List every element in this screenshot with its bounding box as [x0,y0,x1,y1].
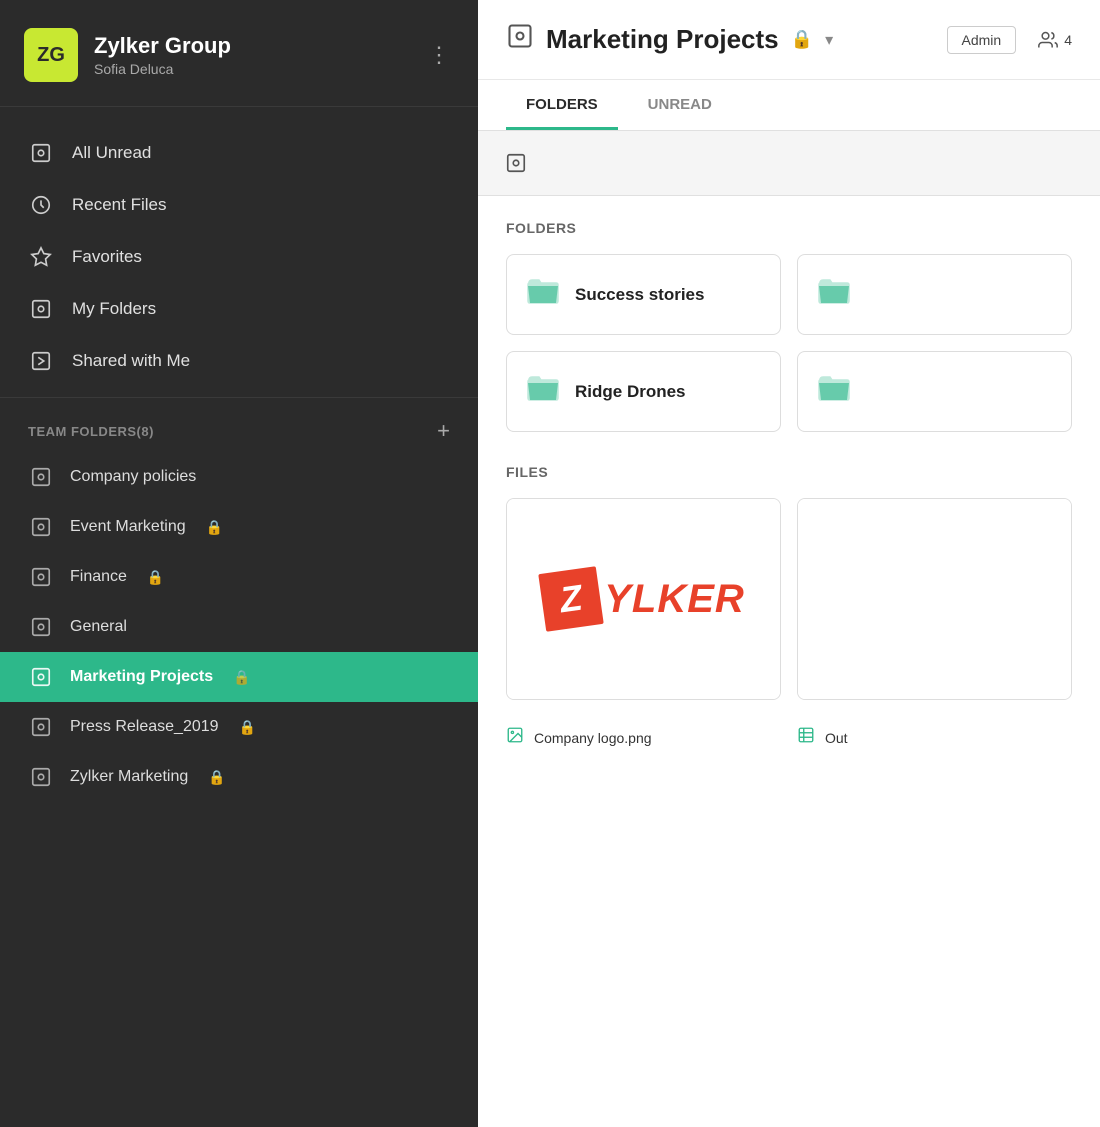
tab-unread[interactable]: UNREAD [628,80,732,130]
files-info-row: Company logo.png Out [506,720,1072,755]
team-folder-label: General [70,618,127,636]
team-folder-label: Press Release_2019 [70,718,219,736]
folder-card-icon [818,277,850,312]
file-card-company-logo[interactable]: Z YLKER [506,498,781,700]
sidebar-item-label: Shared with Me [72,351,190,371]
content-area: FOLDERS Success stories [478,196,1100,1127]
files-section-label: FILES [506,464,1072,480]
folder-card-ridge-drones[interactable]: Ridge Drones [506,351,781,432]
members-count: 4 [1064,32,1072,48]
sidebar-item-marketing-projects[interactable]: Marketing Projects 🔒 [0,652,478,702]
sidebar-item-finance[interactable]: Finance 🔒 [0,552,478,602]
team-folder-icon [28,764,54,790]
sidebar-item-favorites[interactable]: Favorites [0,231,478,283]
lock-icon: 🔒 [233,669,250,686]
folder-card-name: Success stories [575,285,704,305]
folder-card-icon [527,374,559,409]
folder-card-success-stories[interactable]: Success stories [506,254,781,335]
folder-card-name: Ridge Drones [575,382,686,402]
file-info-output[interactable]: Out [797,720,1072,755]
lock-icon: 🔒 [239,719,256,736]
sidebar-item-company-policies[interactable]: Company policies [0,452,478,502]
team-folder-icon [28,714,54,740]
workspace-avatar: ZG [24,28,78,82]
main-folder-icon [506,22,534,57]
file-preview-company-logo: Z YLKER [507,499,780,699]
folder-card-right-2[interactable] [797,351,1072,432]
team-folder-icon [28,514,54,540]
members-icon [1038,30,1058,50]
sidebar-item-label: All Unread [72,143,151,163]
z-box: Z [538,566,604,632]
folder-card-icon [527,277,559,312]
team-folder-label: Marketing Projects [70,668,213,686]
file-card-output[interactable] [797,498,1072,700]
inbox-icon [28,140,54,166]
sidebar-item-label: My Folders [72,299,156,319]
sidebar-item-shared-with-me[interactable]: Shared with Me [0,335,478,387]
spreadsheet-file-icon [797,726,815,749]
sidebar-item-all-unread[interactable]: All Unread [0,127,478,179]
sidebar: ZG Zylker Group Sofia Deluca ⋮ All Unrea… [0,0,478,1127]
sidebar-item-zylker-marketing[interactable]: Zylker Marketing 🔒 [0,752,478,802]
lock-icon: 🔒 [206,519,223,536]
sidebar-item-general[interactable]: General [0,602,478,652]
toolbar-bar [478,131,1100,196]
my-folders-icon [28,296,54,322]
file-preview-output [798,499,1071,699]
main-content: Marketing Projects 🔒 ▾ Admin 4 FOLDERS U… [478,0,1100,1127]
team-folders-label: TEAM FOLDERS(8) [28,424,154,439]
folders-grid: Success stories Ridge Drones [506,254,1072,432]
members-info: 4 [1038,30,1072,50]
chevron-down-icon[interactable]: ▾ [825,30,833,50]
toolbar-folder-button[interactable] [498,145,534,181]
team-folder-icon [28,564,54,590]
file-name-company-logo: Company logo.png [534,730,652,746]
workspace-info: Zylker Group Sofia Deluca [94,33,408,77]
page-title: Marketing Projects [546,24,779,55]
folder-card-icon [818,374,850,409]
sidebar-menu-dots[interactable]: ⋮ [424,38,454,72]
lock-icon: 🔒 [208,769,225,786]
team-folder-label: Company policies [70,468,196,486]
sidebar-item-recent-files[interactable]: Recent Files [0,179,478,231]
sidebar-item-press-release[interactable]: Press Release_2019 🔒 [0,702,478,752]
workspace-user: Sofia Deluca [94,61,408,77]
sidebar-item-label: Favorites [72,247,142,267]
team-folder-icon [28,614,54,640]
image-file-icon [506,726,524,749]
files-grid: Z YLKER [506,498,1072,700]
sidebar-item-my-folders[interactable]: My Folders [0,283,478,335]
team-folder-icon [28,464,54,490]
star-icon [28,244,54,270]
clock-icon [28,192,54,218]
sidebar-nav: All Unread Recent Files Favorites [0,107,478,398]
workspace-name: Zylker Group [94,33,408,59]
share-icon [28,348,54,374]
add-team-folder-button[interactable]: + [437,420,450,442]
tab-folders[interactable]: FOLDERS [506,80,618,130]
zylker-logo: Z YLKER [542,570,745,628]
sidebar-item-event-marketing[interactable]: Event Marketing 🔒 [0,502,478,552]
team-folder-icon-active [28,664,54,690]
folders-section-label: FOLDERS [506,220,1072,236]
file-info-company-logo[interactable]: Company logo.png [506,720,781,755]
lock-icon: 🔒 [147,569,164,586]
main-header: Marketing Projects 🔒 ▾ Admin 4 [478,0,1100,80]
team-folder-label: Zylker Marketing [70,768,188,786]
sidebar-item-label: Recent Files [72,195,166,215]
team-folder-label: Event Marketing [70,518,186,536]
team-folders-header: TEAM FOLDERS(8) + [0,398,478,452]
tabs-bar: FOLDERS UNREAD [478,80,1100,131]
folder-card-right-1[interactable] [797,254,1072,335]
ylker-text: YLKER [604,577,745,622]
team-folder-label: Finance [70,568,127,586]
file-name-output: Out [825,730,848,746]
header-lock-icon: 🔒 [791,29,813,50]
sidebar-header: ZG Zylker Group Sofia Deluca ⋮ [0,0,478,107]
admin-badge[interactable]: Admin [947,26,1017,54]
